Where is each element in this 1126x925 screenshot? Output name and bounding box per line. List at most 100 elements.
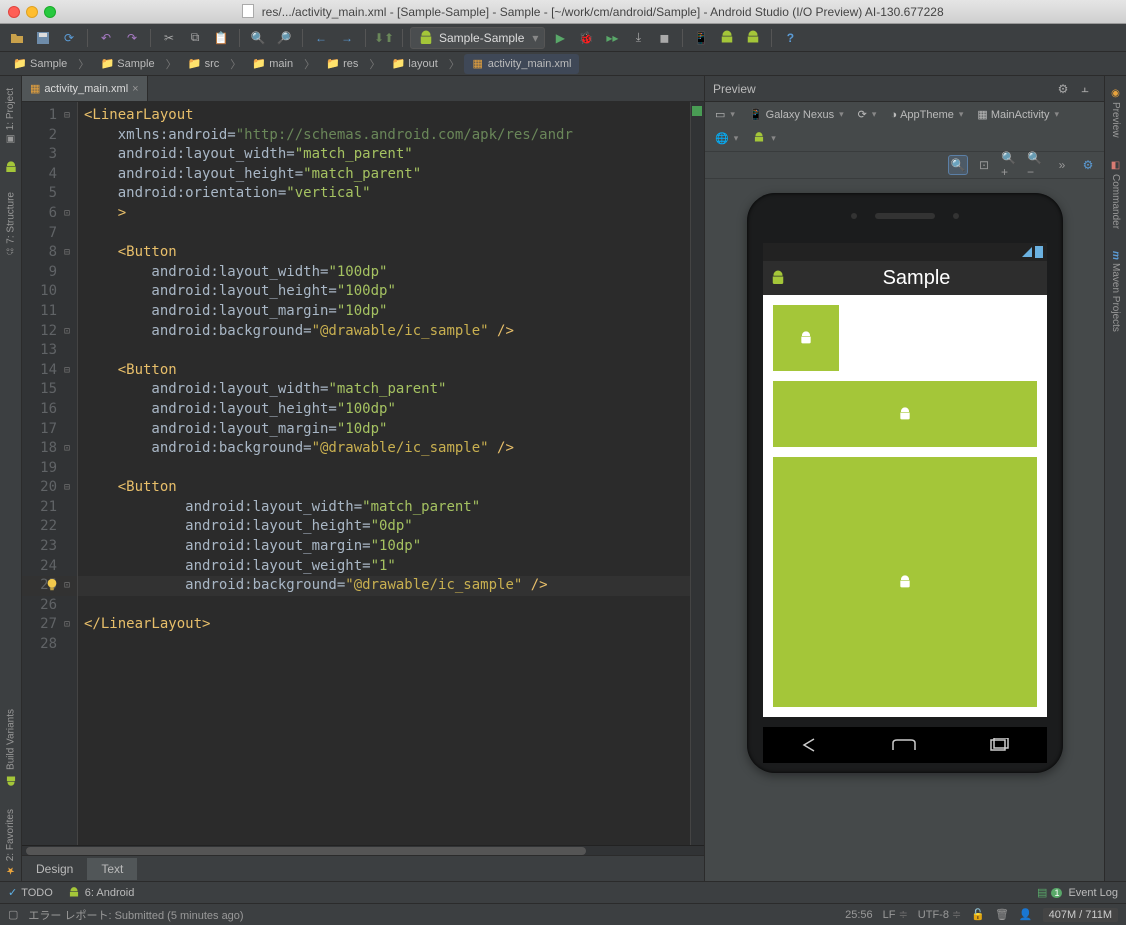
caret-position[interactable]: 25:56 xyxy=(845,909,873,921)
tool-favorites[interactable]: ★2: Favorites xyxy=(3,803,18,881)
run-tests-button[interactable]: ▸▸ xyxy=(601,27,623,49)
device-model-dropdown[interactable]: 📱Galaxy Nexus xyxy=(745,106,848,123)
window-zoom-button[interactable] xyxy=(44,6,56,18)
zoom-fit-button[interactable]: 🔍 xyxy=(948,155,968,175)
window-minimize-button[interactable] xyxy=(26,6,38,18)
debug-button[interactable]: 🐞 xyxy=(575,27,597,49)
attach-button[interactable]: ⤓ xyxy=(627,27,649,49)
tool-preview[interactable]: ◉Preview xyxy=(1108,82,1123,144)
nav-home-button[interactable] xyxy=(884,733,924,757)
help-button[interactable]: ? xyxy=(779,27,801,49)
preview-options-button[interactable]: ⚙ xyxy=(1078,155,1098,175)
cut-button[interactable]: ✂ xyxy=(158,27,180,49)
forward-button[interactable]: → xyxy=(336,27,358,49)
xml-icon: ▦ xyxy=(30,82,40,95)
find-button[interactable]: 🔍 xyxy=(247,27,269,49)
preview-button-1[interactable] xyxy=(773,305,839,371)
preview-hide-button[interactable]: ⫠ xyxy=(1074,78,1096,100)
redo-button[interactable]: ↷ xyxy=(121,27,143,49)
tool-android[interactable]: 6: Android xyxy=(67,886,135,900)
tool-commander[interactable]: ◧Commander xyxy=(1108,154,1123,235)
intention-bulb-icon[interactable] xyxy=(45,578,59,592)
activity-dropdown[interactable]: ▦MainActivity xyxy=(973,106,1063,123)
open-button[interactable] xyxy=(6,27,28,49)
android-tool-icon[interactable] xyxy=(3,160,19,176)
run-config-dropdown[interactable]: Sample-Sample▾ xyxy=(410,27,545,49)
copy-button[interactable]: ⧉ xyxy=(184,27,206,49)
stop-button[interactable]: ◼ xyxy=(653,27,675,49)
device-dropdown[interactable]: ▭ xyxy=(711,106,739,123)
crumb-sample-project[interactable]: 📁Sample xyxy=(6,54,74,74)
editor-horizontal-scrollbar[interactable] xyxy=(22,845,704,855)
crumb-main[interactable]: 📁main xyxy=(245,54,300,74)
line-separator[interactable]: LF ≑ xyxy=(883,908,908,921)
memory-indicator[interactable]: 407M / 711M xyxy=(1043,908,1118,922)
file-icon xyxy=(242,4,254,18)
marker-stripe[interactable] xyxy=(690,102,704,845)
close-tab-button[interactable]: × xyxy=(132,83,138,95)
android-statusbar xyxy=(763,243,1047,261)
lock-icon[interactable]: 🔓 xyxy=(971,908,985,921)
hector-icon[interactable]: 👤 xyxy=(1019,908,1033,921)
android-icon xyxy=(4,773,18,787)
phone-screen: Sample xyxy=(763,243,1047,717)
crumb-file[interactable]: ▦activity_main.xml xyxy=(464,54,579,74)
preview-icon: ◉ xyxy=(1110,88,1121,99)
text-tab[interactable]: Text xyxy=(87,858,137,880)
crumb-layout[interactable]: 📁layout xyxy=(384,54,444,74)
tool-todo[interactable]: ✓TODO xyxy=(8,886,53,899)
nav-back-button[interactable] xyxy=(790,733,830,757)
orientation-dropdown[interactable]: ⟳ xyxy=(854,106,881,123)
folder-icon: 📁 xyxy=(252,57,266,71)
phone-frame: Sample xyxy=(747,193,1063,773)
zoom-in-button[interactable]: 🔍+ xyxy=(1000,155,1020,175)
signal-icon xyxy=(1022,247,1032,257)
file-encoding[interactable]: UTF-8 ≑ xyxy=(918,908,961,921)
preview-settings-button[interactable]: ⚙ xyxy=(1052,78,1074,100)
zoom-actual-button[interactable]: ⊡ xyxy=(974,155,994,175)
tw-toggle-button[interactable]: ▢ xyxy=(8,908,18,921)
tool-project[interactable]: ▣1: Project xyxy=(3,82,18,150)
theme-dropdown[interactable]: ◑AppTheme xyxy=(886,107,967,123)
preview-canvas[interactable]: Sample xyxy=(705,179,1104,881)
save-button[interactable] xyxy=(32,27,54,49)
tool-maven[interactable]: mMaven Projects xyxy=(1108,245,1123,338)
back-button[interactable]: ← xyxy=(310,27,332,49)
preview-button-3[interactable] xyxy=(773,457,1037,707)
paste-button[interactable]: 📋 xyxy=(210,27,232,49)
locale-dropdown[interactable]: 🌐 xyxy=(711,130,742,147)
make-button[interactable]: ⬇⬆ xyxy=(373,27,395,49)
replace-button[interactable]: 🔎 xyxy=(273,27,295,49)
avd-button[interactable]: 📱 xyxy=(690,27,712,49)
preview-toolbar-2: 🔍 ⊡ 🔍+ 🔍− » ⚙ xyxy=(705,152,1104,179)
ddms-button[interactable] xyxy=(742,27,764,49)
trash-icon[interactable]: 🗑 xyxy=(995,908,1009,921)
preview-toolbar-1: ▭ 📱Galaxy Nexus ⟳ ◑AppTheme ▦MainActivit… xyxy=(705,102,1104,152)
tool-build-variants[interactable]: Build Variants xyxy=(2,703,20,793)
crumb-res[interactable]: 📁res xyxy=(319,54,365,74)
crumb-src[interactable]: 📁src xyxy=(181,54,227,74)
sdk-button[interactable] xyxy=(716,27,738,49)
file-tab-activity-main[interactable]: ▦ activity_main.xml × xyxy=(22,76,148,101)
design-tab[interactable]: Design xyxy=(22,858,87,880)
undo-button[interactable]: ↶ xyxy=(95,27,117,49)
api-dropdown[interactable] xyxy=(748,129,780,147)
editor-pane: ▦ activity_main.xml × ⊟⊡⊟⊡⊟⊡⊟⊡⊡ 12345678… xyxy=(22,76,704,881)
todo-icon: ✓ xyxy=(8,886,17,899)
more-button[interactable]: » xyxy=(1052,155,1072,175)
xml-icon: ▦ xyxy=(471,57,485,71)
nav-recents-button[interactable] xyxy=(979,733,1019,757)
tool-event-log[interactable]: ▤1Event Log xyxy=(1037,886,1118,899)
preview-button-2[interactable] xyxy=(773,381,1037,447)
file-tab-row: ▦ activity_main.xml × xyxy=(22,76,704,102)
run-button[interactable]: ▶ xyxy=(549,27,571,49)
preview-layout[interactable] xyxy=(763,295,1047,717)
tool-structure[interactable]: ⎌7: Structure xyxy=(3,186,19,263)
window-close-button[interactable] xyxy=(8,6,20,18)
code-area[interactable]: <LinearLayout xmlns:android="http://sche… xyxy=(78,102,690,845)
crumb-sample-module[interactable]: 📁Sample xyxy=(93,54,161,74)
folder-icon: 📁 xyxy=(188,57,202,71)
refresh-button[interactable]: ⟳ xyxy=(58,27,80,49)
zoom-out-button[interactable]: 🔍− xyxy=(1026,155,1046,175)
editor-body[interactable]: ⊟⊡⊟⊡⊟⊡⊟⊡⊡ 123456789101112131415161718192… xyxy=(22,102,704,845)
